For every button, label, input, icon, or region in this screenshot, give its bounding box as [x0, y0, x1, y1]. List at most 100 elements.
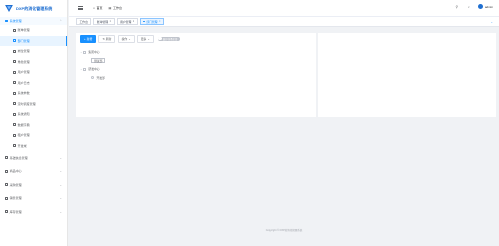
bell-icon: [13, 112, 16, 116]
sidebar-group-label: 系统管理: [9, 19, 22, 23]
chevron-down-icon: ⌄: [59, 169, 62, 174]
main-content: + 新增 ↻ 刷新 操作 ⌄ 更多 ⌄ 展开/折叠全部 ▾ 集团中心 测试部 ▾…: [69, 28, 499, 246]
app-title: DXP的消化管理系统: [16, 5, 53, 11]
sidebar-group-system[interactable]: 系统管理 ⌃: [0, 17, 67, 25]
sidebar-item-label: 租户管理: [17, 133, 30, 138]
app-logo[interactable]: DXP的消化管理系统: [0, 0, 67, 17]
dict-icon: [13, 123, 16, 127]
chevron-down-icon: ⌄: [128, 36, 131, 41]
sidebar-item-6[interactable]: 系统参数: [0, 88, 67, 99]
chevron-down-icon: ⌄: [59, 196, 62, 201]
log-icon: [13, 81, 16, 85]
sidebar-group-label: 库存管理: [9, 209, 22, 214]
breadcrumb-workbench[interactable]: ▤ 工作台: [108, 6, 122, 10]
tab-1[interactable]: 账单管理 ×: [93, 18, 115, 25]
stock-icon: [5, 210, 8, 214]
sidebar-item-7[interactable]: 定时调度管理: [0, 99, 67, 110]
operations-label: 操作: [121, 36, 128, 41]
tab-label: 用户管理: [120, 19, 132, 24]
sidebar-item-5[interactable]: 用户日志: [0, 78, 67, 89]
sidebar-item-1[interactable]: 部门管理: [0, 35, 67, 46]
refresh-icon: ↻: [102, 36, 105, 41]
tree-node-rd[interactable]: ▾ 研发中心: [80, 65, 105, 74]
users-icon: [13, 70, 16, 74]
tree-checkbox[interactable]: [83, 67, 87, 71]
tree-checkbox[interactable]: [83, 50, 87, 54]
sidebar-item-label: 定时调度管理: [17, 101, 36, 106]
menu-toggle-icon[interactable]: [78, 6, 83, 10]
username[interactable]: admin: [485, 5, 493, 9]
sidebar-group-4[interactable]: 库存管理 ⌄: [0, 205, 67, 219]
close-icon[interactable]: ×: [110, 20, 111, 23]
breadcrumb-label: 首页: [96, 6, 103, 10]
chevron-down-icon: ⌄: [59, 209, 62, 214]
close-icon[interactable]: ×: [159, 20, 160, 23]
tree-checkbox[interactable]: [91, 76, 95, 80]
caret-down-icon[interactable]: ▾: [80, 68, 82, 71]
sidebar-item-label: 用户日志: [17, 80, 30, 85]
sidebar-item-4[interactable]: 用户管理: [0, 67, 67, 78]
dept-detail-panel: [318, 33, 496, 117]
toggle-knob: [158, 37, 162, 41]
caret-down-icon[interactable]: ▾: [80, 51, 82, 54]
dept-tree: ▾ 集团中心 测试部 ▾ 研发中心 开发部: [80, 48, 105, 82]
sidebar-item-0[interactable]: 账单管理: [0, 25, 67, 36]
tree-node-label: 集团中心: [88, 50, 100, 55]
add-button[interactable]: + 新增: [80, 35, 97, 43]
code-icon: [13, 144, 16, 148]
tree-node-label: 测试部: [93, 58, 103, 63]
tree-node-group[interactable]: ▾ 集团中心: [80, 48, 105, 57]
user-icon: [13, 28, 16, 32]
tab-3[interactable]: 部门管理 ×: [139, 18, 164, 25]
sidebar-group-label: 采购管理: [9, 182, 22, 187]
search-icon[interactable]: ⚲: [455, 5, 459, 9]
sidebar-group-0[interactable]: 基础信息管理 ⌄: [0, 151, 67, 165]
active-dot-icon: [143, 20, 145, 23]
breadcrumb-home[interactable]: ⌂ 首页: [93, 6, 102, 10]
sidebar-item-label: 部门管理: [17, 38, 30, 43]
sidebar: DXP的消化管理系统 系统管理 ⌃ 账单管理部门管理岗位管理角色管理 用户管理用户…: [0, 0, 68, 246]
operations-dropdown[interactable]: 操作 ⌄: [117, 35, 135, 43]
add-button-label: 新增: [86, 36, 93, 41]
tree-node-test[interactable]: 测试部: [80, 57, 105, 66]
chevron-down-icon: ⌄: [59, 155, 62, 160]
chevron-down-icon[interactable]: ⌄: [490, 20, 493, 24]
close-icon[interactable]: ×: [133, 20, 134, 23]
tree-node-dev[interactable]: 开发部: [80, 74, 105, 83]
tenant-icon: [13, 133, 16, 137]
sidebar-item-label: 岗位管理: [17, 49, 30, 54]
tabs-bar: 工作台 账单管理 × 用户管理 × 部门管理 × ⌄: [69, 17, 499, 27]
plus-icon: +: [84, 36, 86, 41]
tree-node-label-box: 测试部: [91, 58, 105, 64]
logo-icon: [5, 5, 13, 12]
sidebar-item-3[interactable]: 角色管理: [0, 57, 67, 68]
sidebar-group-1[interactable]: 商品中心 ⌄: [0, 165, 67, 179]
info-icon: [5, 156, 8, 160]
sidebar-item-10[interactable]: 租户管理: [0, 130, 67, 141]
refresh-button[interactable]: ↻ 刷新: [98, 35, 116, 43]
sidebar-item-9[interactable]: 数据字典: [0, 120, 67, 131]
toolbar: + 新增 ↻ 刷新 操作 ⌄ 更多 ⌄ 展开/折叠全部: [80, 35, 181, 43]
sidebar-item-11[interactable]: 开发域: [0, 141, 67, 152]
avatar[interactable]: [477, 4, 483, 9]
cart-icon: [5, 183, 8, 187]
clock-icon: [13, 102, 16, 106]
tab-2[interactable]: 用户管理 ×: [116, 18, 138, 25]
tree-icon: [13, 39, 16, 43]
chevron-down-icon: ⌄: [59, 182, 62, 187]
more-label: 更多: [140, 36, 147, 41]
tab-label: 工作台: [79, 19, 88, 24]
sidebar-group-3[interactable]: 销售管理 ⌄: [0, 192, 67, 206]
expand-collapse-toggle[interactable]: 展开/折叠全部: [157, 36, 181, 41]
post-icon: [13, 49, 16, 53]
params-icon: [13, 91, 16, 95]
bell-icon[interactable]: ♪: [467, 5, 471, 9]
tab-0[interactable]: 工作台: [76, 18, 92, 25]
sidebar-group-2[interactable]: 采购管理 ⌄: [0, 178, 67, 192]
sidebar-item-label: 系统参数: [17, 91, 30, 96]
sidebar-item-8[interactable]: 系统通知: [0, 109, 67, 120]
dept-tree-panel: + 新增 ↻ 刷新 操作 ⌄ 更多 ⌄ 展开/折叠全部 ▾ 集团中心 测试部 ▾…: [76, 33, 316, 117]
more-dropdown[interactable]: 更多 ⌄: [136, 35, 154, 43]
workbench-icon: ▤: [108, 6, 112, 10]
sidebar-item-2[interactable]: 岗位管理: [0, 46, 67, 57]
